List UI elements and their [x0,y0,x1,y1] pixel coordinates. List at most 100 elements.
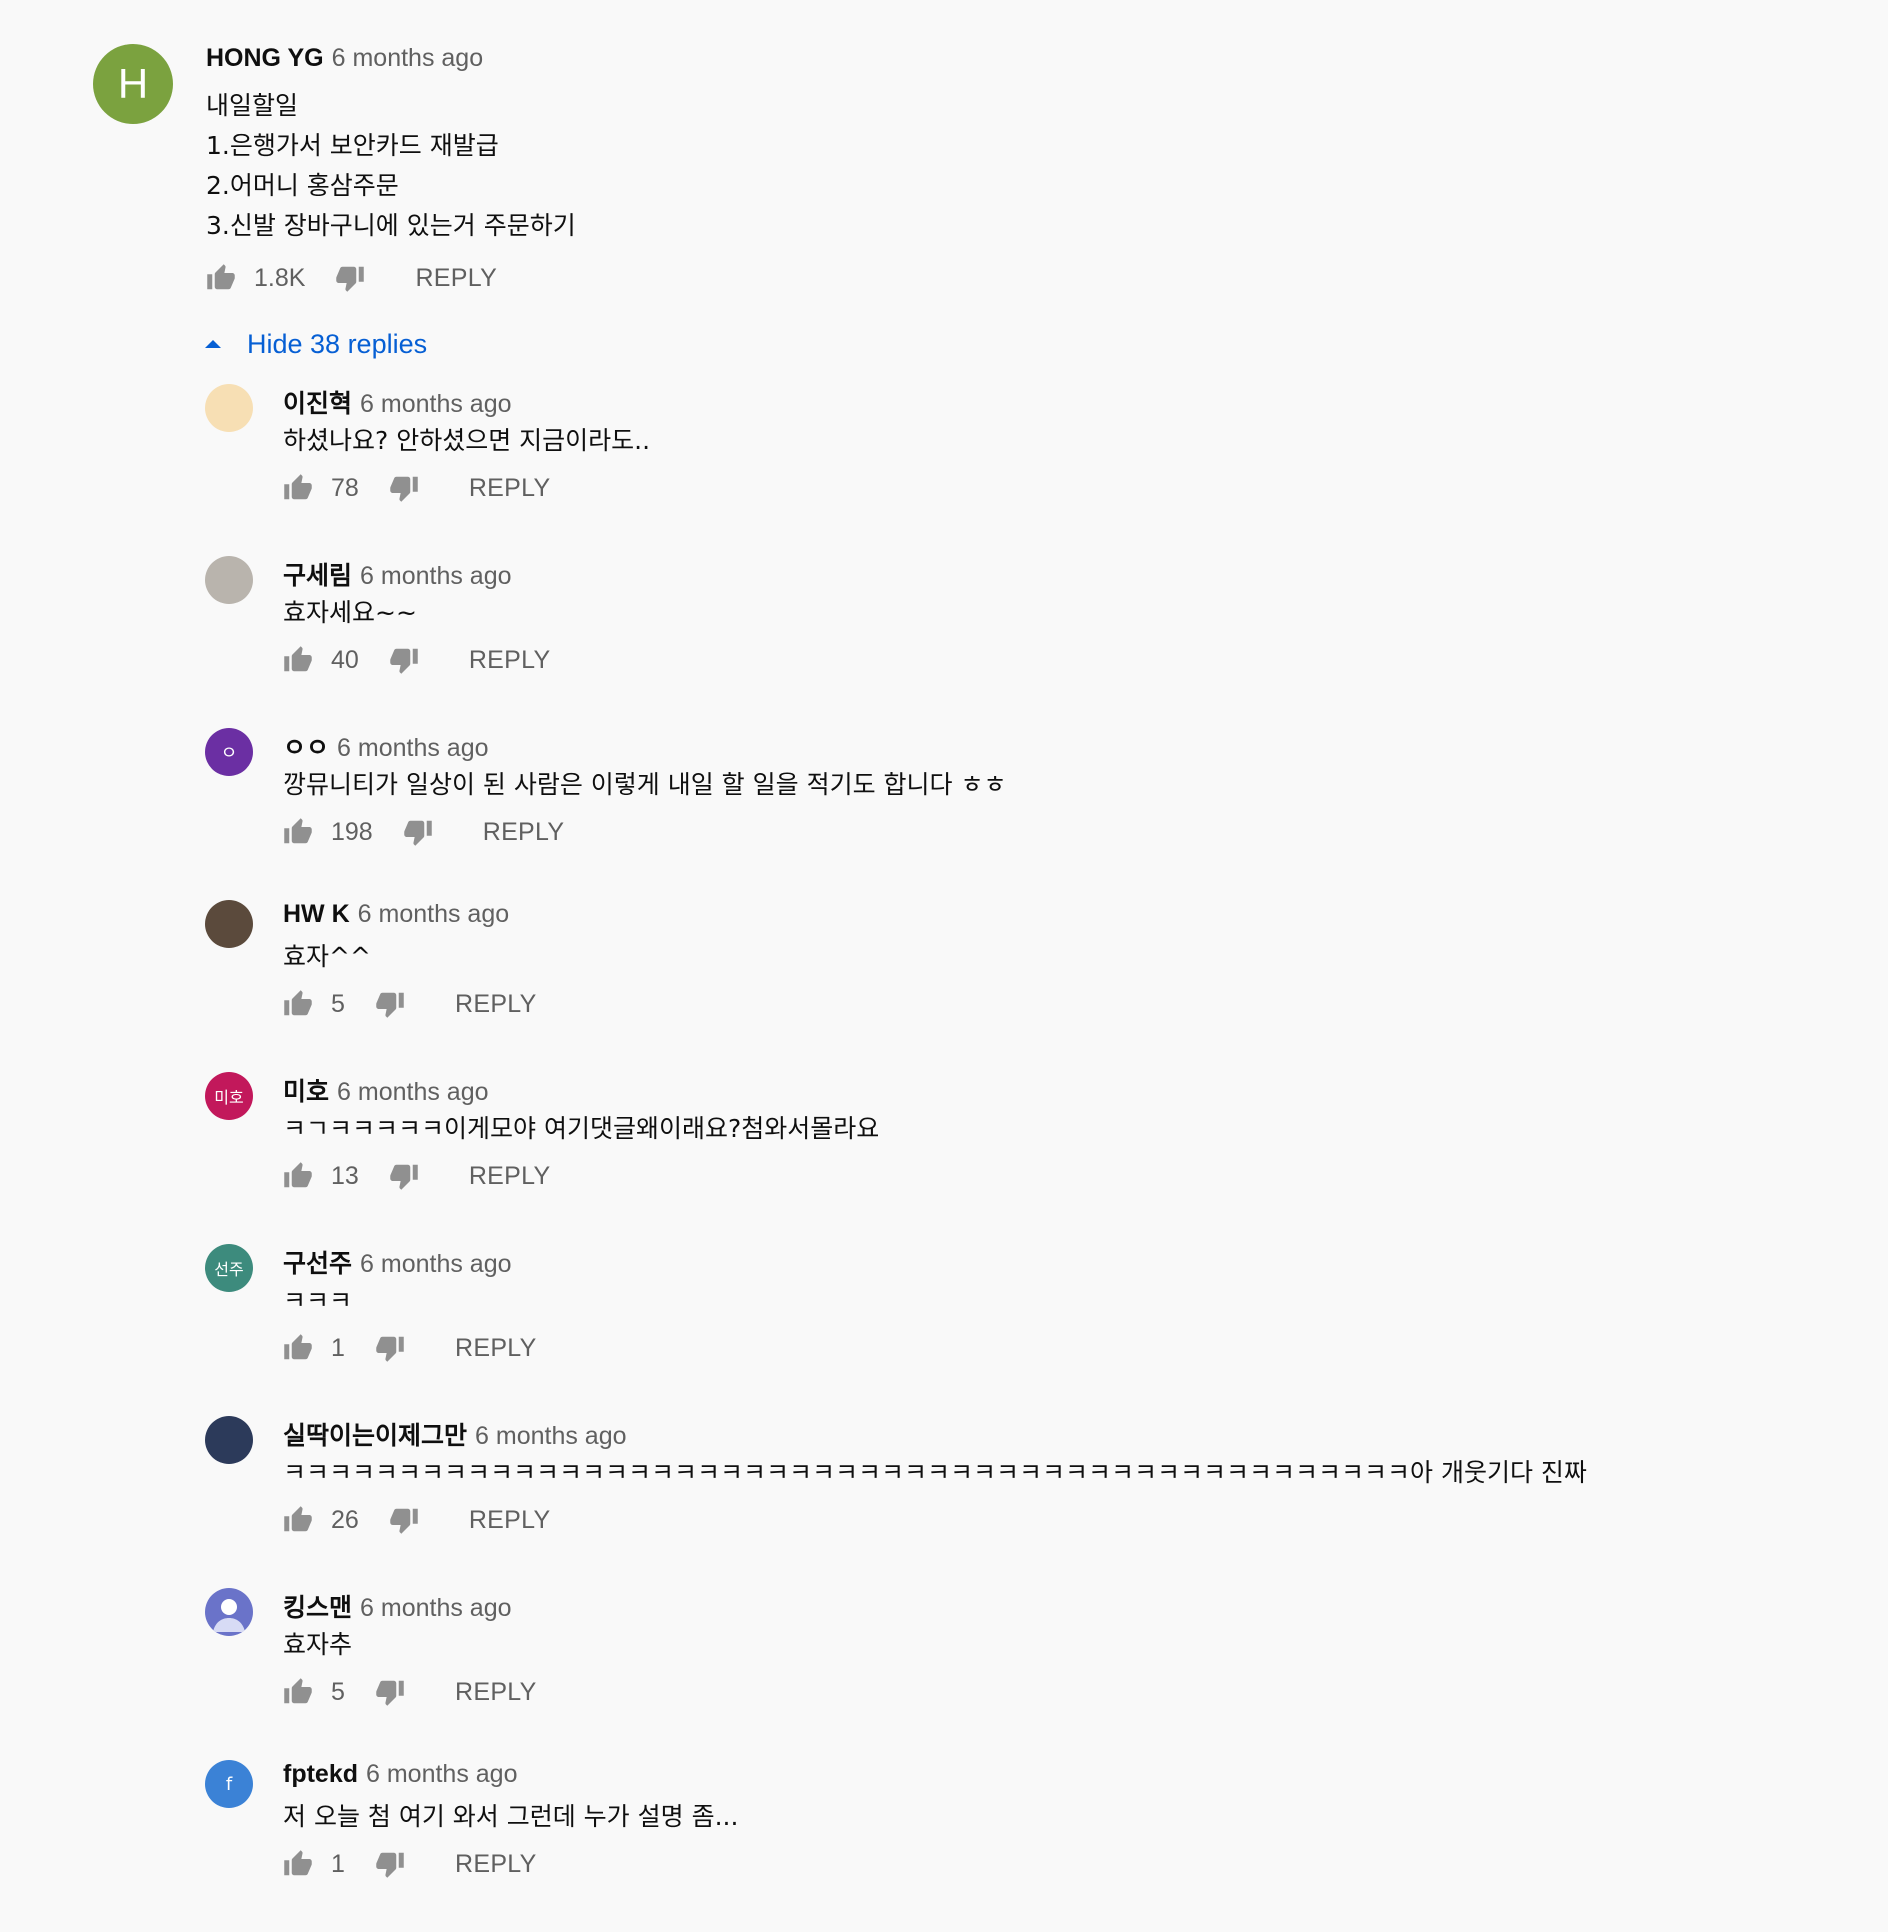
reply-button[interactable]: REPLY [455,1678,537,1707]
like-icon[interactable] [283,989,313,1019]
avatar[interactable]: ㅇ [205,728,253,776]
reply-button[interactable]: REPLY [469,646,551,675]
caret-up-icon [205,340,221,348]
dislike-icon[interactable] [389,1161,419,1191]
author-name[interactable]: 구세림 [283,556,352,592]
comment-time[interactable]: 6 months ago [475,1422,627,1451]
like-icon[interactable] [283,1333,313,1363]
reply-comment: 킹스맨 6 months ago 효자추 5 REPLY [205,1588,1805,1760]
comment-header: HONG YG 6 months ago [206,44,1706,76]
cat-photo[interactable] [205,556,253,604]
like-icon[interactable] [283,1677,313,1707]
comment-text: 깡뮤니티가 일상이 된 사람은 이렇게 내일 할 일을 적기도 합니다 ㅎㅎ [283,770,1007,799]
like-icon[interactable] [283,1505,313,1535]
comment-text: 효자^^ [283,942,371,971]
comment-header: 구세림 6 months ago [283,556,1783,590]
comment-text: 내일할일 1.은행가서 보안카드 재발급 2.어머니 홍삼주문 3.신발 장바구… [206,91,576,240]
comment-text: 하셨나요? 안하셨으면 지금이라도.. [283,426,651,455]
hide-replies-label: Hide 38 replies [247,328,428,359]
reply-comment: ㅇㅇㅇ 6 months ago 깡뮤니티가 일상이 된 사람은 이렇게 내일 할 … [205,728,1805,900]
avatar[interactable]: f [205,1760,253,1808]
author-name[interactable]: 미호 [283,1072,329,1108]
like-icon[interactable] [283,645,313,675]
dislike-icon[interactable] [389,645,419,675]
like-count: 1 [331,1333,345,1362]
reply-comment: f fptekd 6 months ago 저 오늘 첨 여기 와서 그런데 누가 설… [205,1760,1805,1932]
hide-replies-button[interactable]: Hide 38 replies [205,326,427,362]
dog-image[interactable] [205,384,253,432]
like-icon[interactable] [283,817,313,847]
comment-actions: 78 REPLY [283,468,1783,508]
comment-header: ㅇㅇ 6 months ago [283,728,1783,762]
like-count: 40 [331,645,359,674]
comment-text: 저 오늘 첨 여기 와서 그런데 누가 설명 좀... [283,1802,739,1831]
comment-actions: 40 REPLY [283,640,1783,680]
default-user-icon[interactable] [205,1588,253,1636]
person-photo[interactable] [205,900,253,948]
comment-actions: 1.8K REPLY [206,258,1706,298]
author-name[interactable]: HW K [283,900,350,929]
dislike-icon[interactable] [389,473,419,503]
comment-actions: 198 REPLY [283,812,1783,852]
comment-time[interactable]: 6 months ago [337,734,489,763]
author-name[interactable]: HONG YG [206,44,324,73]
dislike-icon[interactable] [375,1849,405,1879]
comment-time[interactable]: 6 months ago [360,1594,512,1623]
like-icon[interactable] [283,473,313,503]
night-sky-photo[interactable] [205,1416,253,1464]
comment-body: 이진혁 6 months ago 하셨나요? 안하셨으면 지금이라도.. 78 REPL… [283,384,1783,508]
comment-header: 실딱이는이제그만 6 months ago [283,1416,1783,1450]
like-count: 5 [331,989,345,1018]
like-count: 1 [331,1849,345,1878]
like-count: 1.8K [254,263,306,292]
like-icon[interactable] [283,1849,313,1879]
avatar[interactable]: H [93,44,173,124]
comment-time[interactable]: 6 months ago [360,1250,512,1279]
comment-time[interactable]: 6 months ago [360,390,512,419]
comment-body: fptekd 6 months ago 저 오늘 첨 여기 와서 그런데 누가 설명… [283,1760,1783,1884]
comment-body: 구선주 6 months ago ㅋㅋㅋ 1 REPLY [283,1244,1783,1368]
dislike-icon[interactable] [335,263,365,293]
reply-button[interactable]: REPLY [469,1506,551,1535]
comment-header: 이진혁 6 months ago [283,384,1783,418]
like-icon[interactable] [206,263,236,293]
avatar[interactable]: 선주 [205,1244,253,1292]
dislike-icon[interactable] [375,989,405,1019]
reply-button[interactable]: REPLY [483,818,565,847]
comment-header: fptekd 6 months ago [283,1760,1783,1790]
reply-button[interactable]: REPLY [469,1162,551,1191]
dislike-icon[interactable] [389,1505,419,1535]
comment-actions: 5 REPLY [283,1672,1783,1712]
comment-time[interactable]: 6 months ago [332,44,484,73]
comment-time[interactable]: 6 months ago [358,900,510,929]
dislike-icon[interactable] [403,817,433,847]
reply-button[interactable]: REPLY [469,474,551,503]
comment-text: ㅋㅋㅋ [283,1286,353,1315]
dislike-icon[interactable] [375,1333,405,1363]
reply-button[interactable]: REPLY [455,1850,537,1879]
comment-body: HW K 6 months ago 효자^^ 5 REPLY [283,900,1783,1024]
author-name[interactable]: 구선주 [283,1244,352,1280]
author-name[interactable]: fptekd [283,1760,358,1789]
comment-time[interactable]: 6 months ago [366,1760,518,1789]
comment-time[interactable]: 6 months ago [360,562,512,591]
author-name[interactable]: 이진혁 [283,384,352,420]
like-icon[interactable] [283,1161,313,1191]
comment-time[interactable]: 6 months ago [337,1078,489,1107]
reply-button[interactable]: REPLY [415,264,497,293]
author-name[interactable]: 킹스맨 [283,1588,352,1624]
reply-button[interactable]: REPLY [455,990,537,1019]
like-count: 198 [331,817,373,846]
comment-actions: 5 REPLY [283,984,1783,1024]
comment-actions: 1 REPLY [283,1844,1783,1884]
reply-button[interactable]: REPLY [455,1334,537,1363]
like-count: 5 [331,1677,345,1706]
comment-actions: 13 REPLY [283,1156,1783,1196]
dislike-icon[interactable] [375,1677,405,1707]
avatar[interactable]: 미호 [205,1072,253,1120]
author-name[interactable]: ㅇㅇ [283,728,329,764]
comment-body: 킹스맨 6 months ago 효자추 5 REPLY [283,1588,1783,1712]
reply-comment: HW K 6 months ago 효자^^ 5 REPLY [205,900,1805,1072]
comment-header: 킹스맨 6 months ago [283,1588,1783,1622]
author-name[interactable]: 실딱이는이제그만 [283,1416,467,1452]
